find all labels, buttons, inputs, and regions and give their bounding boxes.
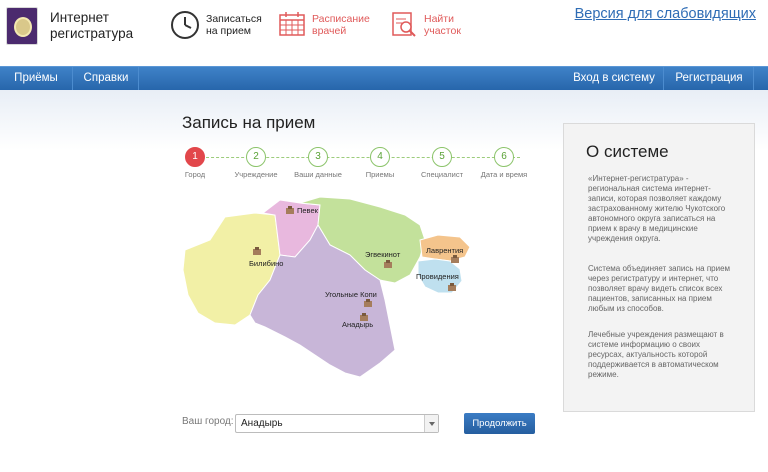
step-6[interactable]: 6 Дата и время: [471, 147, 537, 179]
navbar-login[interactable]: Вход в систему: [565, 67, 663, 90]
step-2[interactable]: 2 Учреждение: [223, 147, 289, 179]
step-label: Дата и время: [480, 170, 528, 179]
nav-schedule-label: Расписание врачей: [312, 13, 370, 37]
step-label: Город: [184, 170, 206, 179]
nav-label-line: Найти: [424, 13, 454, 25]
step-label: Ваши данные: [294, 170, 342, 179]
step-label: Специалист: [420, 170, 464, 179]
map-label-egvekinot: Эгвекинот: [365, 250, 401, 259]
navbar-register[interactable]: Регистрация: [665, 67, 753, 90]
step-1[interactable]: 1 Город: [162, 147, 228, 179]
accessibility-version-link[interactable]: Версия для слабовидящих: [575, 6, 756, 22]
map-label-pevek: Певек: [297, 206, 318, 215]
navbar-item-certificates[interactable]: Справки: [74, 67, 138, 90]
crest-icon: [14, 17, 32, 37]
search-document-icon: [392, 12, 416, 37]
navbar-divider: [138, 67, 139, 90]
city-select[interactable]: Анадырь: [235, 414, 439, 433]
about-paragraph: Лечебные учреждения размещают в системе …: [588, 330, 724, 379]
navbar-divider: [72, 67, 73, 90]
brand-line-2: регистратура: [50, 26, 134, 41]
chevron-down-icon[interactable]: [424, 415, 438, 432]
nav-schedule[interactable]: Расписание врачей: [278, 10, 370, 44]
step-number: 3: [308, 147, 328, 167]
map-label-ugolnye-kopi: Угольные Копи: [325, 290, 377, 299]
step-number: 5: [432, 147, 452, 167]
about-paragraph: «Интернет-регистратура» - региональная с…: [588, 174, 726, 243]
calendar-icon: [279, 12, 305, 36]
step-number: 2: [246, 147, 266, 167]
nav-book-appointment[interactable]: Записаться на прием: [170, 10, 262, 44]
nav-find-district-label: Найти участок: [424, 13, 461, 37]
region-map: Певек Билибино Эгвекинот Лаврентия Прови…: [180, 195, 480, 385]
step-4[interactable]: 4 Приемы: [347, 147, 413, 179]
hospital-pin-icon[interactable]: [384, 260, 392, 268]
main-navbar: Приёмы Справки Вход в систему Регистраци…: [0, 66, 768, 90]
map-label-provideniya: Провидения: [416, 272, 459, 281]
navbar-item-appointments[interactable]: Приёмы: [0, 67, 72, 90]
header: Интернет регистратура Записаться на прие…: [0, 0, 768, 66]
step-number: 6: [494, 147, 514, 167]
navbar-divider: [753, 67, 754, 90]
step-3[interactable]: 3 Ваши данные: [285, 147, 351, 179]
nav-label-line: Расписание: [312, 13, 370, 25]
step-label: Учреждение: [234, 170, 278, 179]
map-label-anadyr: Анадырь: [342, 320, 374, 329]
about-title: О системе: [586, 142, 669, 161]
page-title: Запись на прием: [182, 113, 316, 132]
map-label-bilibino: Билибино: [249, 259, 284, 268]
logo[interactable]: [6, 7, 38, 45]
brand-line-1: Интернет: [50, 10, 109, 25]
hospital-pin-icon[interactable]: [253, 247, 261, 255]
nav-label-line: на прием: [206, 25, 252, 37]
map-label-lavrentiya: Лаврентия: [426, 246, 464, 255]
nav-label-line: участок: [424, 25, 461, 37]
brand-title[interactable]: Интернет регистратура: [50, 10, 133, 42]
wizard-steps: 1 Город 2 Учреждение 3 Ваши данные 4 При…: [180, 147, 540, 183]
nav-label-line: врачей: [312, 25, 347, 37]
step-label: Приемы: [365, 170, 395, 179]
about-panel: О системе «Интернет-регистратура» - реги…: [563, 123, 755, 412]
hospital-pin-icon[interactable]: [448, 283, 456, 291]
hospital-pin-icon[interactable]: [451, 255, 459, 263]
step-5[interactable]: 5 Специалист: [409, 147, 475, 179]
step-number: 1: [185, 147, 205, 167]
navbar-divider: [663, 67, 664, 90]
nav-find-district[interactable]: Найти участок: [390, 10, 461, 44]
clock-icon: [171, 11, 199, 39]
about-paragraph: Система объединяет запись на прием через…: [588, 264, 731, 313]
continue-button[interactable]: Продолжить: [464, 413, 535, 434]
hospital-pin-icon[interactable]: [286, 206, 294, 214]
nav-label-line: Записаться: [206, 13, 262, 25]
city-select-value: Анадырь: [241, 418, 283, 429]
city-label: Ваш город:: [182, 416, 234, 427]
step-number: 4: [370, 147, 390, 167]
hospital-pin-icon[interactable]: [364, 299, 372, 307]
nav-book-appointment-label: Записаться на прием: [206, 13, 262, 37]
